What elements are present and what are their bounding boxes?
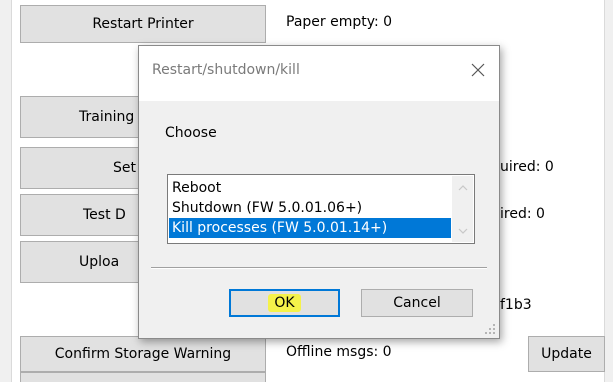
partial-button-bottom — [20, 372, 266, 382]
chevron-down-icon — [458, 228, 467, 234]
scroll-up-button[interactable] — [452, 178, 473, 198]
confirm-storage-warning-button[interactable]: Confirm Storage Warning — [20, 336, 266, 372]
ok-label: OK — [268, 294, 301, 312]
cancel-button[interactable]: Cancel — [361, 289, 473, 317]
cancel-label: Cancel — [393, 295, 441, 311]
close-button[interactable] — [465, 58, 491, 82]
list-item-shutdown[interactable]: Shutdown (FW 5.0.01.06+) — [169, 198, 451, 218]
ok-button[interactable]: OK — [229, 289, 340, 317]
listbox-scrollbar[interactable] — [452, 176, 473, 242]
restart-printer-button[interactable]: Restart Printer — [20, 5, 266, 43]
close-icon — [471, 63, 485, 77]
list-item-reboot[interactable]: Reboot — [169, 178, 451, 198]
status-label-required-2: ired: 0 — [500, 206, 545, 222]
choose-label: Choose — [165, 125, 217, 141]
resize-grip-icon[interactable] — [484, 323, 496, 335]
dialog-title: Restart/shutdown/kill — [152, 62, 300, 78]
paper-empty-label: Paper empty: 0 — [286, 14, 393, 30]
window-frame-right — [604, 0, 613, 382]
update-button[interactable]: Update — [528, 336, 605, 372]
offline-msgs-label: Offline msgs: 0 — [286, 344, 392, 360]
dialog-separator — [151, 267, 487, 269]
hash-fragment-label: f1b3 — [500, 297, 532, 313]
chevron-up-icon — [458, 185, 467, 191]
options-listbox[interactable]: Reboot Shutdown (FW 5.0.01.06+) Kill pro… — [167, 174, 475, 244]
dialog-titlebar[interactable]: Restart/shutdown/kill — [139, 46, 499, 101]
window-frame-left — [0, 0, 12, 382]
restart-dialog: Restart/shutdown/kill Choose Reboot Shut… — [138, 45, 500, 339]
list-item-kill-processes[interactable]: Kill processes (FW 5.0.01.14+) — [169, 218, 451, 238]
status-label-required-1: uired: 0 — [500, 159, 554, 175]
scroll-down-button[interactable] — [452, 221, 473, 241]
